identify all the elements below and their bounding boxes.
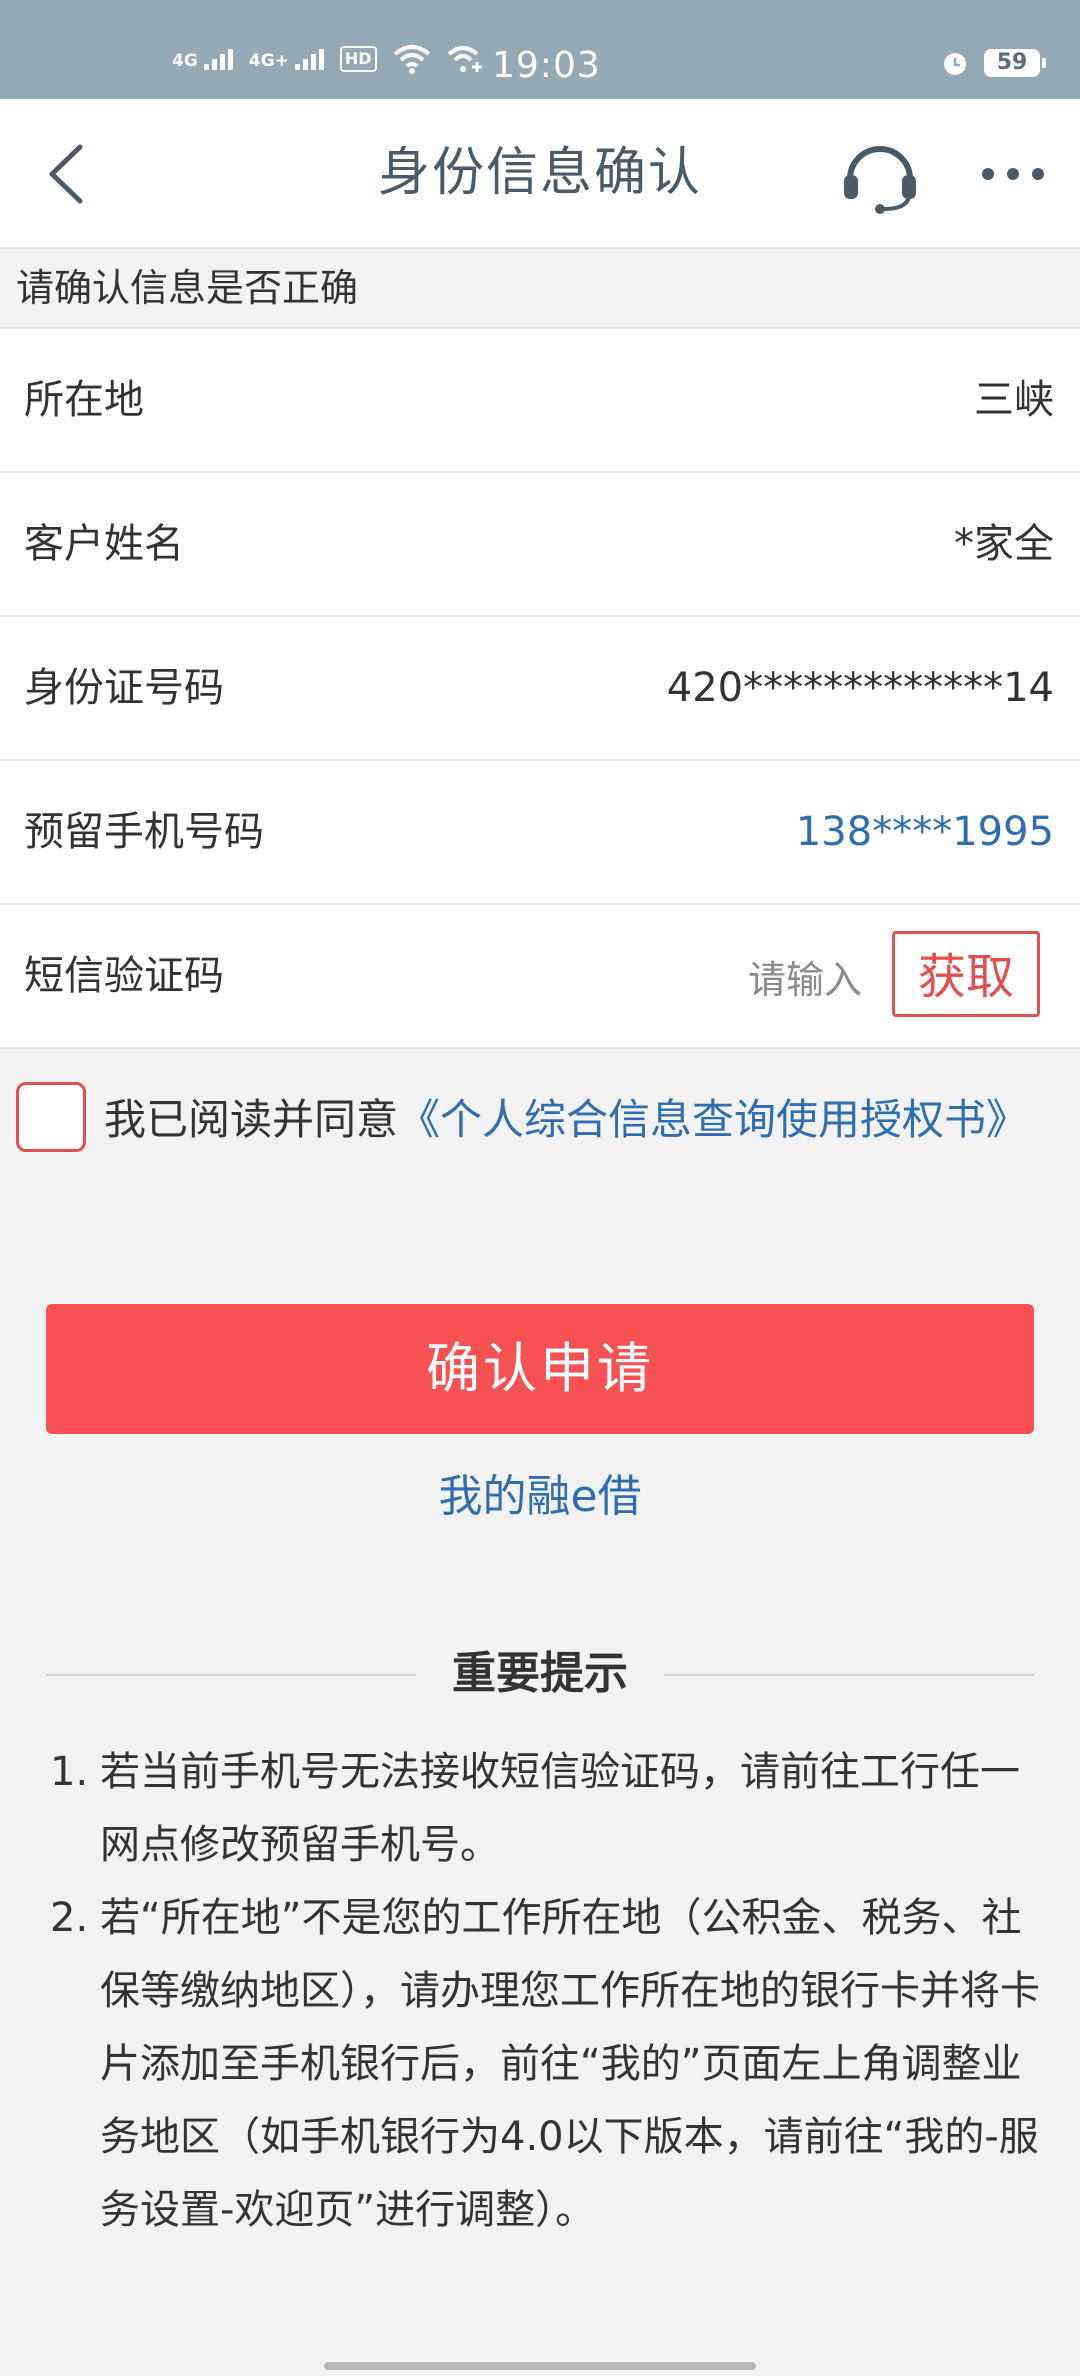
sms-code-label: 短信验证码: [24, 953, 224, 999]
row-phone: 预留手机号码 138****1995: [0, 761, 1080, 905]
wifi-plus-icon: [447, 46, 482, 72]
customer-service-icon[interactable]: [840, 135, 920, 215]
alarm-icon: [944, 53, 966, 75]
agreement-checkbox[interactable]: [16, 1082, 86, 1152]
identity-form: 所在地 三峡 客户姓名 *家全 身份证号码 420*************14…: [0, 329, 1080, 1049]
id-number-value: 420*************14: [666, 665, 1054, 711]
more-icon[interactable]: [978, 159, 1048, 189]
tip-number: 1.: [50, 1749, 89, 1795]
customer-name-label: 客户姓名: [24, 521, 184, 567]
nav-header: 身份信息确认: [0, 99, 1080, 249]
row-location: 所在地 三峡: [0, 329, 1080, 473]
home-indicator[interactable]: [324, 2362, 756, 2370]
tip-number: 2.: [50, 1895, 89, 1941]
tips-title: 重要提示: [452, 1648, 628, 1699]
id-number-label: 身份证号码: [24, 665, 224, 711]
tips-list: 1. 若当前手机号无法接收短信验证码，请前往工行任一网点修改预留手机号。 2. …: [50, 1736, 1040, 2247]
tip-item: 2. 若“所在地”不是您的工作所在地（公积金、税务、社保等缴纳地区），请办理您工…: [50, 1882, 1040, 2247]
row-customer-name: 客户姓名 *家全: [0, 473, 1080, 617]
authorization-link[interactable]: 《个人综合信息查询使用授权书》: [398, 1095, 1028, 1144]
notice-text: 请确认信息是否正确: [16, 266, 359, 310]
location-label: 所在地: [24, 377, 144, 423]
sms-code-input[interactable]: [690, 949, 864, 1011]
my-loan-link: 我的融e借: [0, 1468, 1080, 1526]
status-bar: 4G 4G+ HD 19:03 59: [0, 0, 1080, 99]
battery-icon: 59: [984, 49, 1046, 77]
phone-label: 预留手机号码: [24, 809, 264, 855]
tip-item: 1. 若当前手机号无法接收短信验证码，请前往工行任一网点修改预留手机号。: [50, 1736, 1040, 1882]
my-loan-link-text[interactable]: 我的融e借: [438, 1471, 641, 1522]
tip-text: 若“所在地”不是您的工作所在地（公积金、税务、社保等缴纳地区），请办理您工作所在…: [100, 1895, 1040, 2233]
agreement-section: 我已阅读并同意《个人综合信息查询使用授权书》: [16, 1082, 1056, 1158]
signal-label: 4G+: [248, 50, 289, 71]
row-id-number: 身份证号码 420*************14: [0, 617, 1080, 761]
phone-value[interactable]: 138****1995: [796, 805, 1054, 859]
row-sms-code: 短信验证码 获取: [0, 905, 1080, 1049]
status-icons-left: 4G 4G+ HD: [172, 44, 485, 74]
signal-label: 4G: [172, 50, 198, 71]
customer-name-value: *家全: [954, 521, 1054, 567]
status-icons-right: 59: [940, 48, 1046, 78]
get-code-button[interactable]: 获取: [892, 931, 1040, 1017]
tips-heading: 重要提示: [46, 1640, 1034, 1710]
location-value: 三峡: [974, 377, 1054, 423]
signal-4g-icon: 4G: [172, 48, 233, 71]
confirm-notice: 请确认信息是否正确: [0, 249, 1080, 329]
status-time: 19:03: [492, 45, 601, 86]
wifi-icon: [393, 45, 430, 74]
signal-4g-plus-icon: 4G+: [248, 48, 324, 71]
tip-text: 若当前手机号无法接收短信验证码，请前往工行任一网点修改预留手机号。: [100, 1749, 1020, 1868]
agreement-prefix: 我已阅读并同意: [104, 1095, 399, 1144]
hd-voice-icon: HD: [339, 46, 377, 72]
agreement-text: 我已阅读并同意《个人综合信息查询使用授权书》: [16, 1082, 1056, 1158]
confirm-apply-button[interactable]: 确认申请: [46, 1304, 1034, 1434]
